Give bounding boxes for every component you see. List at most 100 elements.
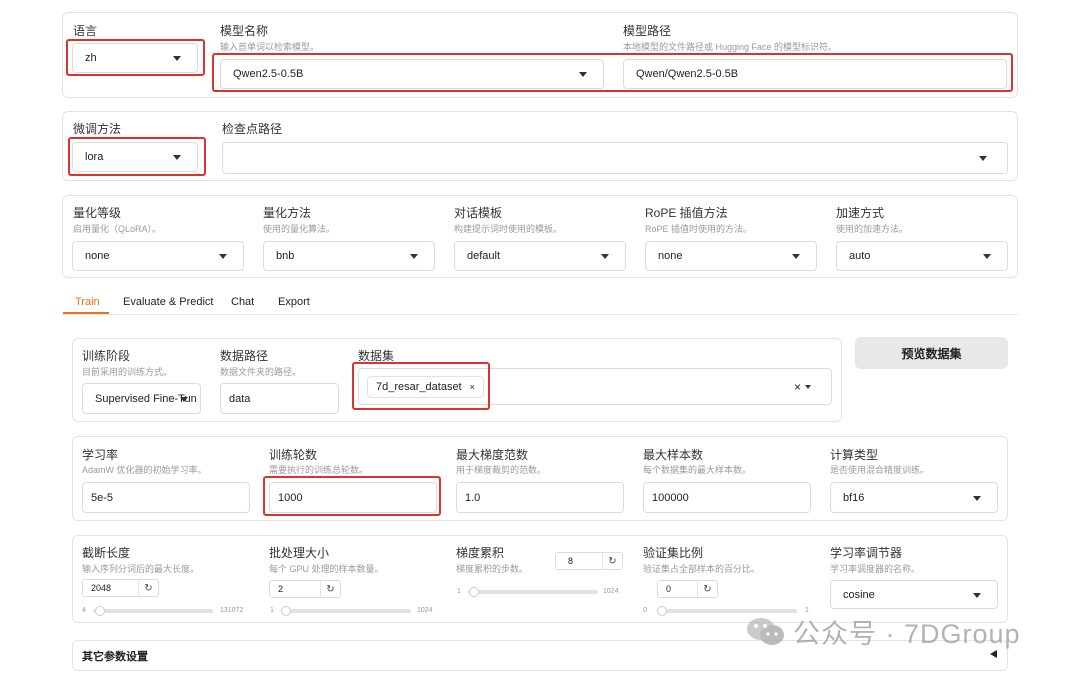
chevron-down-icon	[601, 254, 609, 259]
max-samples-value: 100000	[652, 491, 689, 504]
other-settings-label: 其它参数设置	[82, 651, 148, 663]
chevron-down-icon	[219, 254, 227, 259]
quant-bits-select[interactable]: none	[72, 241, 244, 271]
template-label: 对话模板	[454, 206, 503, 220]
dataset-dir-label: 数据路径	[220, 349, 269, 363]
stage-select[interactable]: Supervised Fine-Tun	[82, 383, 201, 414]
scheduler-hint: 学习率调度器的名称。	[830, 564, 921, 574]
cutoff-number-input[interactable]: 2048 ↻	[82, 579, 159, 597]
reset-icon[interactable]: ↻	[320, 581, 340, 597]
lang-value: zh	[85, 52, 97, 64]
max-samples-label: 最大样本数	[643, 448, 704, 462]
cutoff-slider[interactable]	[93, 606, 213, 616]
batch-value: 2	[278, 584, 284, 594]
epochs-input[interactable]: 1000	[269, 482, 437, 513]
template-hint: 构建提示词时使用的模板。	[454, 224, 563, 234]
slider-knob[interactable]	[657, 606, 667, 616]
tab-train[interactable]: Train	[75, 296, 100, 308]
grad-accum-value: 8	[568, 556, 574, 566]
reset-icon[interactable]: ↻	[602, 553, 622, 569]
booster-label: 加速方式	[836, 206, 885, 220]
template-select[interactable]: default	[454, 241, 626, 271]
triangle-left-icon	[990, 650, 997, 658]
chevron-down-icon	[983, 254, 991, 259]
dataset-dir-input[interactable]: data	[220, 383, 339, 414]
chevron-down-icon	[173, 56, 181, 61]
grad-norm-hint: 用于梯度裁剪的范数。	[456, 465, 547, 475]
clear-icon[interactable]: ×	[794, 380, 801, 394]
finetune-method-select[interactable]: lora	[72, 142, 198, 172]
reset-icon[interactable]: ↻	[138, 580, 158, 596]
booster-select[interactable]: auto	[836, 241, 1008, 271]
grad-norm-label: 最大梯度范数	[456, 448, 529, 462]
lang-select[interactable]: zh	[72, 43, 198, 73]
quant-method-select[interactable]: bnb	[263, 241, 435, 271]
chip-remove-icon[interactable]: ×	[470, 382, 475, 392]
batch-min: 1	[270, 607, 274, 614]
grad-accum-min: 1	[457, 588, 461, 595]
compute-type-value: bf16	[843, 491, 865, 504]
max-samples-input[interactable]: 100000	[643, 482, 811, 513]
chevron-down-icon	[173, 155, 181, 160]
tab-chat[interactable]: Chat	[231, 296, 254, 308]
chevron-down-icon	[180, 396, 188, 402]
batch-label: 批处理大小	[269, 546, 330, 560]
slider-knob[interactable]	[468, 587, 479, 597]
checkpoint-label: 检查点路径	[222, 122, 283, 136]
grad-accum-max: 1024	[603, 588, 619, 595]
tab-divider	[62, 314, 1018, 315]
lr-hint: AdamW 优化器的初始学习率。	[82, 465, 207, 475]
grad-accum-hint: 梯度累积的步数。	[456, 564, 529, 574]
quant-bits-label: 量化等级	[73, 206, 122, 220]
quant-method-hint: 使用的量化算法。	[263, 224, 336, 234]
checkpoint-select[interactable]	[222, 142, 1008, 174]
dataset-select[interactable]: 7d_resar_dataset × ×	[358, 368, 832, 405]
grad-norm-input[interactable]: 1.0	[456, 482, 624, 513]
chevron-down-icon	[805, 384, 811, 389]
batch-slider[interactable]	[281, 606, 411, 616]
reset-icon[interactable]: ↻	[697, 581, 717, 597]
chevron-down-icon	[979, 156, 987, 161]
val-size-number-input[interactable]: 0 ↻	[657, 580, 718, 598]
grad-accum-label: 梯度累积	[456, 546, 505, 560]
rope-select[interactable]: none	[645, 241, 817, 271]
model-name-select[interactable]: Qwen2.5-0.5B	[220, 59, 604, 89]
lr-input[interactable]: 5e-5	[82, 482, 250, 513]
model-name-label: 模型名称	[220, 24, 269, 38]
scheduler-select[interactable]: cosine	[830, 580, 998, 609]
chevron-down-icon	[973, 495, 981, 501]
template-value: default	[467, 250, 501, 262]
cutoff-hint: 输入序列分词后的最大长度。	[82, 564, 200, 574]
model-name-value: Qwen2.5-0.5B	[233, 68, 304, 80]
lr-label: 学习率	[82, 448, 119, 462]
tab-evaluate[interactable]: Evaluate & Predict	[123, 296, 214, 308]
preview-dataset-button[interactable]: 预览数据集	[855, 337, 1008, 369]
model-path-input[interactable]: Qwen/Qwen2.5-0.5B	[623, 59, 1007, 89]
val-size-hint: 验证集占全部样本的百分比。	[643, 564, 761, 574]
val-size-value: 0	[666, 584, 672, 594]
slider-knob[interactable]	[94, 606, 105, 616]
dataset-label: 数据集	[358, 349, 395, 363]
batch-hint: 每个 GPU 处理的样本数量。	[269, 564, 384, 574]
val-size-min: 0	[643, 607, 647, 614]
quant-bits-value: none	[85, 250, 110, 262]
stage-label: 训练阶段	[82, 349, 131, 363]
finetune-method-label: 微调方法	[73, 122, 122, 136]
quant-bits-hint: 启用量化（QLoRA）。	[73, 224, 162, 234]
chevron-down-icon	[973, 592, 981, 598]
cutoff-label: 截断长度	[82, 546, 131, 560]
grad-accum-slider[interactable]	[468, 587, 598, 597]
max-samples-hint: 每个数据集的最大样本数。	[643, 465, 752, 475]
lr-value: 5e-5	[91, 491, 114, 504]
dataset-chip[interactable]: 7d_resar_dataset ×	[367, 375, 484, 398]
compute-type-select[interactable]: bf16	[830, 482, 998, 513]
epochs-value: 1000	[278, 491, 303, 504]
tab-export[interactable]: Export	[278, 296, 310, 308]
quant-method-value: bnb	[276, 250, 295, 262]
compute-type-label: 计算类型	[830, 448, 879, 462]
batch-number-input[interactable]: 2 ↻	[269, 580, 341, 598]
watermark: 公众号 · 7DGroup	[745, 612, 1021, 651]
cutoff-value: 2048	[91, 583, 112, 593]
scheduler-value: cosine	[843, 588, 875, 601]
grad-accum-number-input[interactable]: 8 ↻	[555, 552, 623, 570]
